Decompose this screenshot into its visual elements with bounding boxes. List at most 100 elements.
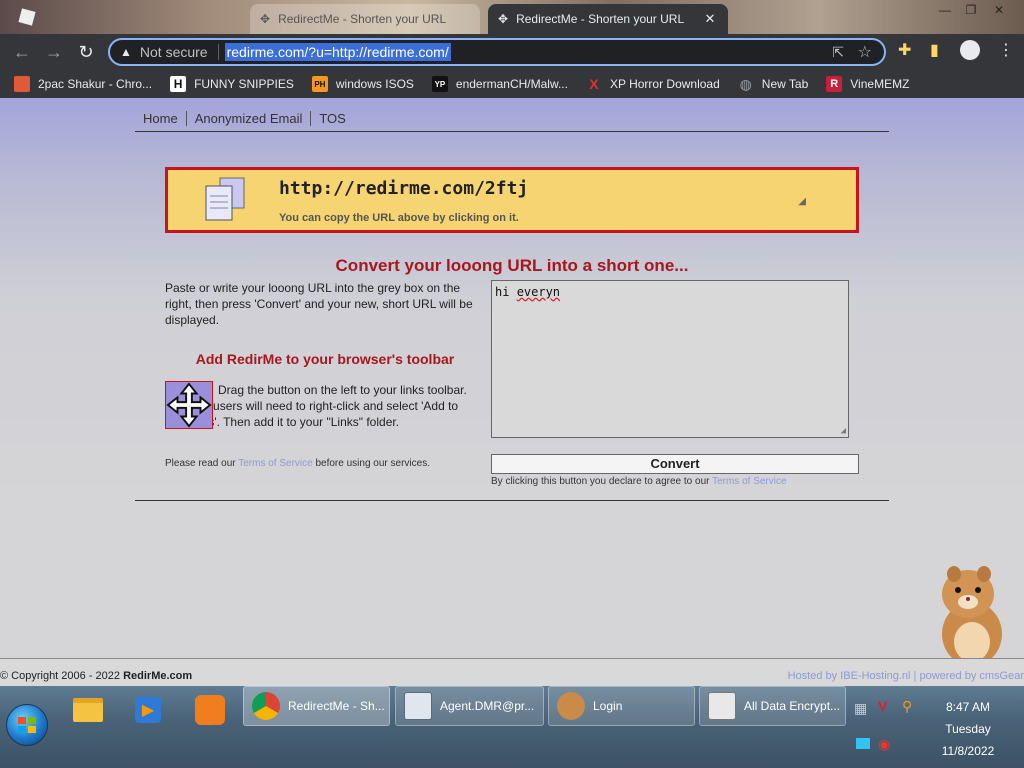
tray-search-icon[interactable]: ⚲: [902, 698, 912, 715]
globe-icon: ◍: [739, 75, 752, 92]
footer-hosted-by[interactable]: Hosted by IBE-Hosting.nl | powered by cm…: [788, 670, 1024, 682]
bookmark-new-tab[interactable]: ◍ New Tab: [738, 75, 809, 92]
pinned-uc-browser[interactable]: [188, 690, 232, 730]
tray-volume-icon[interactable]: ◉: [878, 736, 890, 753]
input-text: hi: [495, 285, 517, 299]
pinned-explorer[interactable]: [66, 690, 110, 730]
divider: [135, 500, 889, 501]
copyright-text: © Copyright 2006 - 2022: [0, 670, 121, 682]
tab-title: RedirectMe - Shorten your URL: [278, 12, 447, 26]
bookmark-label: 2pac Shakur - Chro...: [38, 77, 153, 91]
bookmark-vinememz[interactable]: R VineMEMZ: [826, 76, 909, 92]
folder-icon: [73, 698, 103, 722]
bookmarks-bar: 2pac Shakur - Chro... H FUNNY SNIPPIES P…: [0, 70, 1024, 98]
system-clock[interactable]: 8:47 AM Tuesday 11/8/2022: [930, 696, 1006, 762]
media-player-icon: ▶: [135, 697, 161, 723]
task-agent-dmr[interactable]: Agent.DMR@pr...: [395, 686, 544, 726]
task-all-data-encrypt[interactable]: All Data Encrypt...: [699, 686, 846, 726]
bookmark-2pac[interactable]: 2pac Shakur - Chro...: [14, 76, 152, 92]
yp-icon: YP: [431, 76, 448, 92]
footer-brand: RedirMe.com: [123, 670, 193, 682]
back-button[interactable]: ←: [10, 40, 34, 64]
uc-browser-icon: [195, 695, 225, 725]
document-icon: [708, 692, 736, 720]
restore-button[interactable]: ❐: [958, 0, 984, 20]
page-content: Home Anonymized Email TOS http://redirme…: [0, 98, 1024, 686]
minimize-button[interactable]: —: [932, 0, 958, 20]
misspelled-word: everyn: [516, 285, 561, 299]
url-text[interactable]: redirme.com/?u=http://redirme.com/: [224, 43, 451, 61]
extensions-puzzle-icon[interactable]: ✚: [898, 40, 911, 60]
long-url-textarea[interactable]: hi everyn ◢: [491, 280, 849, 438]
menu-kebab-icon[interactable]: ⋮: [998, 40, 1014, 60]
nav-home[interactable]: Home: [135, 111, 187, 126]
tab-redirectme-2[interactable]: ✥ RedirectMe - Shorten your URL ✕: [488, 4, 728, 34]
x-icon: X: [589, 76, 599, 92]
nav-anonymized-email[interactable]: Anonymized Email: [187, 111, 312, 126]
bookmark-funny-snippies[interactable]: H FUNNY SNIPPIES: [170, 76, 294, 92]
forward-button[interactable]: →: [42, 40, 66, 64]
terms-link-2[interactable]: Terms of Service: [712, 476, 786, 487]
tab-close-icon[interactable]: ✕: [702, 11, 718, 27]
bookmark-label: New Tab: [761, 77, 809, 91]
windows-taskbar: ▶ RedirectMe - Sh... Agent.DMR@pr... Log…: [0, 686, 1024, 768]
convert-button[interactable]: Convert: [491, 454, 859, 474]
agree-prefix: By clicking this button you declare to a…: [491, 476, 710, 487]
close-window-button[interactable]: ✕: [986, 0, 1012, 20]
tab-redirectme-1[interactable]: ✥ RedirectMe - Shorten your URL: [250, 4, 480, 34]
hamster-mascot-icon: [942, 566, 1002, 666]
site-nav: Home Anonymized Email TOS: [135, 106, 889, 132]
pinned-media-player[interactable]: ▶: [126, 690, 170, 730]
drag-bookmarklet-button[interactable]: [165, 381, 213, 429]
read-terms-suffix: before using our services.: [315, 458, 430, 469]
roblox-icon: [18, 8, 36, 26]
hamster-icon: [557, 692, 585, 720]
task-login[interactable]: Login: [548, 686, 695, 726]
clock-day: Tuesday: [945, 722, 991, 736]
profile-avatar-icon[interactable]: [960, 40, 980, 60]
site-footer: © Copyright 2006 - 2022 RedirMe.com Host…: [0, 658, 1024, 686]
task-redirectme[interactable]: RedirectMe - Sh...: [243, 686, 390, 726]
nav-tos[interactable]: TOS: [311, 111, 354, 126]
bookmark-label: XP Horror Download: [609, 77, 720, 91]
start-button[interactable]: [6, 704, 48, 746]
read-terms-prefix: Please read our: [165, 458, 236, 469]
address-bar[interactable]: ▲ Not secure redirme.com/?u=http://redir…: [108, 38, 886, 66]
tab-title: RedirectMe - Shorten your URL: [516, 12, 685, 26]
clock-date: 11/8/2022: [941, 744, 995, 758]
security-label[interactable]: Not secure: [140, 44, 208, 60]
short-url-box[interactable]: http://redirme.com/2ftj You can copy the…: [165, 167, 859, 233]
ph-icon: PH: [311, 76, 328, 92]
bookmark-windows-isos[interactable]: PH windows ISOS: [311, 76, 414, 92]
window-icon: [404, 692, 432, 720]
bookmark-label: endermanCH/Malw...: [455, 77, 568, 91]
agree-note: By clicking this button you declare to a…: [491, 476, 787, 487]
bookmark-label: windows ISOS: [335, 77, 414, 91]
h-icon: H: [170, 76, 187, 92]
windows-logo-icon: [18, 717, 36, 733]
textarea-resize-icon[interactable]: ◢: [841, 426, 846, 436]
tray-v-icon[interactable]: V: [878, 698, 887, 714]
bookmark-label: FUNNY SNIPPIES: [194, 77, 294, 91]
browser-titlebar: ✥ RedirectMe - Shorten your URL ✥ Redire…: [0, 0, 1024, 34]
short-url-text[interactable]: http://redirme.com/2ftj: [279, 178, 528, 199]
task-label: All Data Encrypt...: [744, 699, 841, 713]
share-icon[interactable]: ⇱: [832, 44, 844, 61]
tray-app-icon[interactable]: ▦: [854, 700, 867, 717]
bookmark-enderman[interactable]: YP endermanCH/Malw...: [431, 76, 568, 92]
footer-copyright: © Copyright 2006 - 2022 RedirMe.com: [0, 670, 192, 682]
toolbar-heading: Add RedirMe to your browser's toolbar: [195, 351, 455, 367]
page-title: Convert your looong URL into a short one…: [335, 256, 689, 275]
task-label: RedirectMe - Sh...: [288, 699, 385, 713]
side-panel-icon[interactable]: ▮: [930, 40, 939, 60]
tab-favicon-icon: ✥: [498, 12, 509, 26]
reload-button[interactable]: ↻: [74, 40, 98, 64]
terms-link[interactable]: Terms of Service: [238, 458, 312, 469]
resize-grip-icon[interactable]: ◢: [798, 196, 806, 207]
tray-network-icon[interactable]: [856, 738, 870, 749]
bookmark-xp-horror[interactable]: X XP Horror Download: [586, 76, 720, 92]
warning-icon[interactable]: ▲: [120, 45, 132, 59]
bookmark-label: VineMEMZ: [850, 77, 910, 91]
move-arrows-icon: [166, 382, 212, 428]
bookmark-star-icon[interactable]: ☆: [858, 42, 872, 62]
